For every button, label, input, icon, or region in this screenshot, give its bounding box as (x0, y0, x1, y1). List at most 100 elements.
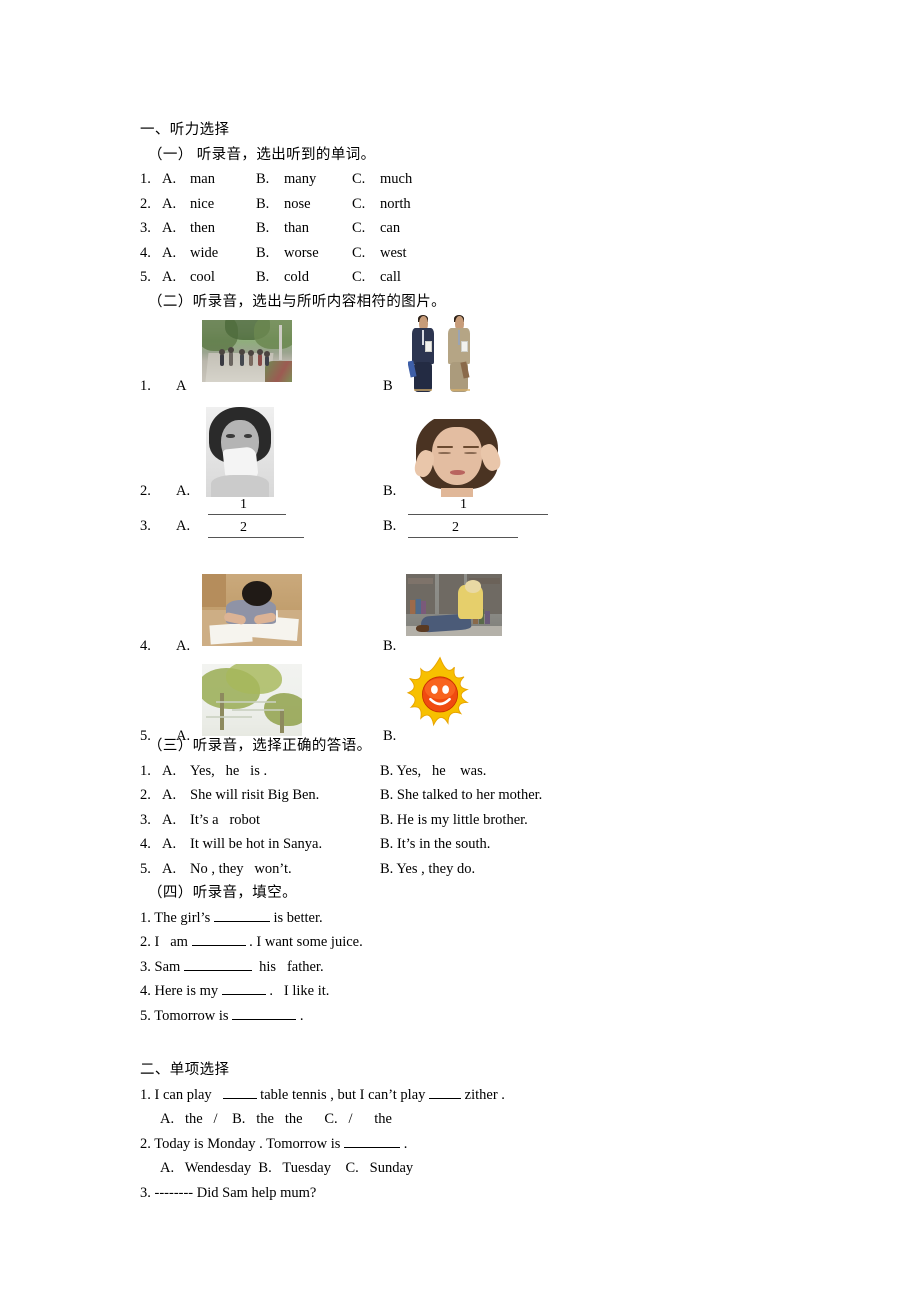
question-number: 2. (140, 195, 151, 212)
answer-blank[interactable] (221, 980, 266, 995)
question-number: 3. (140, 958, 151, 975)
option-a-text[interactable]: Yes, he is . (190, 759, 380, 784)
question-number: 4. (140, 244, 151, 261)
question-number: 5. (140, 728, 151, 744)
question-number: 3. (140, 518, 151, 534)
list-item: 3. -------- Did Sam help mum? (140, 1181, 780, 1206)
option-b-text[interactable]: than (284, 216, 309, 241)
option-b-label: B. (256, 195, 270, 212)
option-a-label: A. (176, 518, 191, 534)
option-c-label: C. (352, 244, 366, 261)
question-number: 1. (140, 1086, 151, 1103)
blank-suffix: . (296, 1007, 304, 1024)
question-number: 4. (140, 983, 151, 999)
question-number: 3. (140, 811, 151, 828)
answer-blank[interactable] (344, 1133, 401, 1148)
table-row: 1. A. Yes, he is . B. Yes, he was. (140, 759, 780, 784)
list-item: 2. I am . I want some juice. (140, 930, 780, 955)
option-a-text[interactable]: man (190, 167, 215, 192)
question-number: 5. (140, 1007, 151, 1024)
blank-prefix: I am (154, 934, 192, 950)
option-c-text[interactable]: west (380, 241, 407, 266)
document-content: 一、听力选择 （一） 听录音，选出听到的单词。 1. A. man B. many … (140, 118, 780, 1205)
woman-with-headache-photo[interactable] (408, 419, 506, 497)
table-row: 5. A. No , they won’t. B. Yes , they do. (140, 857, 780, 882)
option-a-label: A. (162, 220, 177, 236)
option-a-text[interactable]: It’s a robot (190, 808, 380, 833)
blank-lines-short[interactable]: 1 2 (208, 497, 304, 538)
option-b-label: B. (383, 518, 397, 534)
option-c-label: C. (352, 195, 366, 212)
section-one-heading: 一、听力选择 (140, 122, 230, 138)
table-row: 3. A. It’s a robot B. He is my little br… (140, 808, 780, 833)
option-b-text[interactable]: B. It’s in the south. (380, 832, 490, 857)
option-b-text[interactable]: worse (284, 241, 319, 266)
option-c-label: C. (352, 171, 366, 187)
line-label-1: 1 (240, 497, 247, 512)
option-b-text[interactable]: nose (284, 192, 311, 217)
option-b-text[interactable]: many (284, 167, 316, 192)
option-a-text[interactable]: wide (190, 241, 218, 266)
question-number: 4. (140, 638, 151, 654)
option-b-text[interactable]: cold (284, 265, 309, 290)
part-one-heading: （一） 听录音，选出听到的单词。 (148, 146, 376, 163)
smiling-sun-clipart[interactable] (398, 656, 482, 736)
question-number: 2. (140, 787, 151, 803)
option-c-text[interactable]: north (380, 192, 411, 217)
list-item: 1. I can play table tennis , but I can’t… (140, 1083, 780, 1108)
option-c-label: C. (352, 269, 366, 285)
girl-reading-in-library-photo[interactable] (406, 574, 502, 636)
blank-lines-long[interactable]: 1 2 (408, 497, 548, 538)
option-c-label: C. (352, 220, 366, 236)
option-c-text[interactable]: can (380, 216, 400, 241)
line-label-2: 2 (240, 520, 247, 535)
street-with-people-photo[interactable] (202, 320, 292, 382)
question-number: 2. (140, 1135, 151, 1152)
answer-blank[interactable] (429, 1084, 462, 1099)
option-a-text[interactable]: nice (190, 192, 214, 217)
option-c-text[interactable]: much (380, 167, 412, 192)
option-a-label: A. (162, 811, 177, 828)
answer-blank[interactable] (183, 956, 252, 971)
option-a-text[interactable]: cool (190, 265, 215, 290)
question-number: 1. (140, 171, 151, 187)
option-b-label: B. (383, 728, 397, 744)
answer-blank[interactable] (232, 1005, 297, 1020)
option-a-label: A. (162, 195, 177, 212)
option-a-label: A. (176, 728, 191, 744)
boy-studying-photo[interactable] (202, 574, 302, 646)
choice-row[interactable]: A. Wendesday B. Tuesday C. Sunday (140, 1156, 780, 1181)
option-a-text[interactable]: She will risit Big Ben. (190, 783, 380, 808)
option-b-text[interactable]: B. Yes , they do. (380, 857, 475, 882)
table-row: 4. A. It will be hot in Sanya. B. It’s i… (140, 832, 780, 857)
option-a-text[interactable]: then (190, 216, 215, 241)
option-c-text[interactable]: call (380, 265, 401, 290)
question-number: 4. (140, 836, 151, 852)
blank-suffix: is better. (269, 909, 323, 926)
option-a-label: A. (162, 762, 177, 779)
answer-blank[interactable] (222, 1084, 257, 1099)
blank-suffix: . I want some juice. (245, 934, 363, 950)
option-a-label: A. (162, 860, 177, 877)
option-b-label: B. (256, 220, 270, 236)
option-b-label: B. (256, 171, 270, 187)
option-a-text[interactable]: It will be hot in Sanya. (190, 832, 380, 857)
option-b-text[interactable]: B. She talked to her mother. (380, 783, 542, 808)
list-item: 4. Here is my . I like it. (140, 979, 780, 1004)
word-choice-list: 1. A. man B. many C. much 2. A. nice B. nose … (140, 167, 780, 290)
two-men-in-uniform-photo[interactable] (408, 314, 480, 392)
answer-blank[interactable] (191, 931, 246, 946)
picture-choice-list: 1. A B 2. A. B. 3. A. 1 2 B. 1 2 4. A. B… (140, 314, 780, 744)
option-b-text[interactable]: B. Yes, he was. (380, 759, 486, 784)
blank-prefix: Here is my (154, 983, 222, 999)
windy-trees-photo[interactable] (202, 664, 302, 736)
option-a-text[interactable]: No , they won’t. (190, 857, 380, 882)
option-b-label: B. (256, 269, 270, 285)
option-b-text[interactable]: B. He is my little brother. (380, 808, 528, 833)
answer-blank[interactable] (213, 907, 270, 922)
woman-sneezing-photo[interactable] (206, 407, 274, 497)
question-number: 3. (140, 1184, 151, 1201)
option-a-label: A. (176, 483, 191, 499)
part-three-heading: （三）听录音，选择正确的答语。 (148, 738, 372, 754)
choice-row[interactable]: A. the / B. the the C. / the (140, 1107, 780, 1132)
